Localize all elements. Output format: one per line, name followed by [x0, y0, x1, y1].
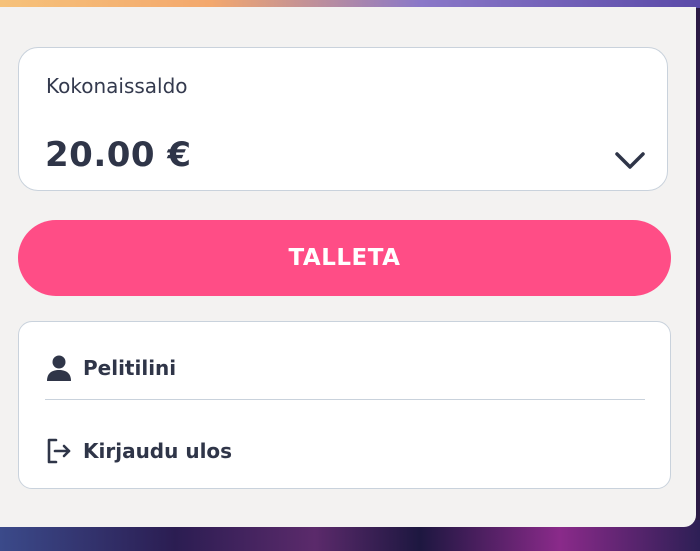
menu-item-label: Pelitilini	[83, 356, 177, 380]
deposit-button[interactable]: TALLETA	[18, 220, 671, 296]
menu-item-label: Kirjaudu ulos	[83, 439, 233, 463]
menu-item-my-account[interactable]: Pelitilini	[19, 336, 670, 400]
user-icon	[47, 355, 71, 381]
balance-amount: 20.00 €	[45, 135, 192, 175]
balance-label: Kokonaissaldo	[46, 74, 188, 98]
menu-divider	[45, 399, 645, 400]
balance-card[interactable]: Kokonaissaldo 20.00 €	[18, 47, 668, 191]
account-dropdown-panel: Kokonaissaldo 20.00 € TALLETA Pelitilini…	[0, 7, 696, 527]
menu-item-logout[interactable]: Kirjaudu ulos	[19, 419, 670, 483]
chevron-down-icon[interactable]	[613, 148, 647, 172]
account-menu: Pelitilini Kirjaudu ulos	[18, 321, 671, 489]
logout-icon	[47, 438, 71, 464]
